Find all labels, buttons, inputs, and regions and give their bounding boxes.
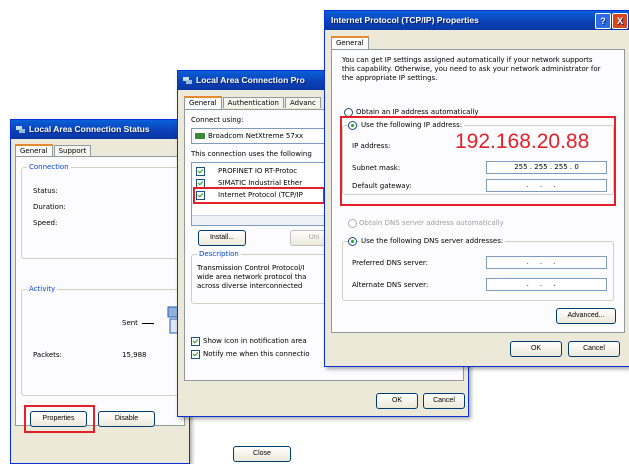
intro-line-1: You can get IP settings assigned automat… [342, 56, 593, 64]
tcpip-cancel-button[interactable]: Cancel [568, 341, 620, 357]
ip-settings-highlight [340, 116, 616, 206]
status-window-titlebar[interactable]: Local Area Connection Status [11, 120, 189, 139]
status-window: Local Area Connection Status General Supp… [10, 119, 190, 464]
disable-button[interactable]: Disable [98, 411, 155, 427]
activity-group: Activity [21, 285, 179, 396]
intro-line-2: this capability. Otherwise, you need to … [342, 65, 601, 73]
preferred-dns-field[interactable]: ... [486, 256, 607, 269]
alternate-dns-label: Alternate DNS server: [352, 281, 429, 289]
sent-line [142, 323, 154, 324]
show-icon-label[interactable]: Show icon in notification area [203, 337, 307, 345]
notify-label[interactable]: Notify me when this connectio [203, 350, 310, 358]
connection-group-title: Connection [27, 163, 71, 171]
properties-window-title: Local Area Connection Pro [196, 75, 305, 85]
intro-line-3: the appropriate IP settings. [342, 74, 438, 82]
tcpip-window: Internet Protocol (TCP/IP) Properties ? … [324, 10, 629, 367]
connection-group: Connection [21, 163, 179, 259]
auto-ip-label[interactable]: Obtain an IP address automatically [356, 108, 479, 116]
adapter-name: Broadcom NetXtreme 57xx [208, 132, 304, 140]
tab-general[interactable]: General [184, 96, 222, 109]
simatic-item[interactable]: SIMATIC Industrial Ether [218, 179, 302, 187]
properties-cancel-button[interactable]: Cancel [423, 393, 465, 409]
description-line-2: wide area network protocol tha [197, 273, 307, 281]
tab-authentication[interactable]: Authentication [222, 97, 284, 108]
description-group-title: Description [197, 250, 241, 258]
network-connection-icon [16, 126, 25, 133]
status-panel: Connection Status: Duration: Speed: Acti… [15, 156, 185, 426]
status-close-button-visible[interactable]: Close [233, 446, 291, 462]
alternate-dns-field[interactable]: ... [486, 278, 607, 291]
description-line-3: across diverse interconnected [197, 282, 303, 290]
show-icon-checkbox[interactable] [191, 337, 200, 346]
tab-advanced[interactable]: Advanc [284, 97, 321, 108]
tcpip-highlight [193, 187, 325, 204]
use-dns-radio[interactable] [348, 237, 357, 246]
properties-ok-button[interactable]: OK [376, 393, 418, 409]
speed-label: Speed: [33, 219, 58, 227]
activity-group-title: Activity [27, 285, 58, 293]
tcpip-panel: You can get IP settings assigned automat… [331, 49, 625, 333]
tcpip-window-title: Internet Protocol (TCP/IP) Properties [331, 15, 479, 25]
close-button[interactable]: X [612, 13, 628, 29]
status-label: Status: [33, 187, 58, 195]
network-adapter-icon [195, 133, 205, 139]
uses-following-label: This connection uses the following [191, 150, 312, 158]
packets-sent-value: 15,988 [122, 351, 147, 359]
connect-using-label: Connect using: [191, 116, 244, 124]
tcpip-ok-button[interactable]: OK [510, 341, 562, 357]
profinet-checkbox[interactable] [196, 167, 205, 176]
network-connection-icon [183, 77, 192, 84]
advanced-button[interactable]: Advanced... [556, 308, 616, 324]
sent-label: Sent [122, 319, 138, 327]
duration-label: Duration: [33, 203, 66, 211]
preferred-dns-label: Preferred DNS server: [352, 259, 429, 267]
install-button[interactable]: Install... [198, 230, 246, 246]
status-window-title: Local Area Connection Status [29, 124, 150, 134]
tcpip-window-titlebar[interactable]: Internet Protocol (TCP/IP) Properties ? … [325, 11, 629, 30]
properties-highlight [24, 405, 95, 433]
help-button[interactable]: ? [595, 13, 611, 29]
auto-dns-radio[interactable] [348, 219, 357, 228]
packets-label: Packets: [33, 351, 62, 359]
description-line-1: Transmission Control Protocol/I [197, 264, 305, 272]
profinet-item[interactable]: PROFINET IO RT-Protoc [218, 167, 297, 175]
auto-dns-label[interactable]: Obtain DNS server address automatically [359, 219, 504, 227]
use-dns-label[interactable]: Use the following DNS server addresses: [359, 237, 506, 245]
dns-group [342, 241, 614, 301]
tab-general[interactable]: General [331, 36, 369, 49]
notify-checkbox[interactable] [191, 350, 200, 359]
tab-support[interactable]: Support [53, 145, 92, 156]
